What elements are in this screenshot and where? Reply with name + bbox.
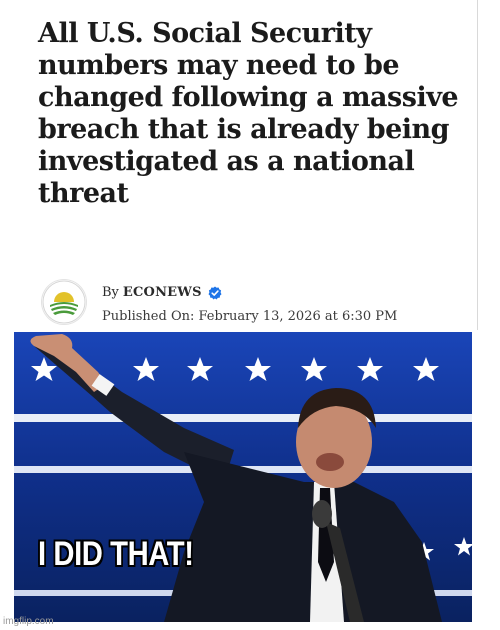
meme-caption: I DID THAT!: [38, 535, 194, 573]
backdrop-stripe: [14, 414, 472, 422]
sunrise-fields-logo-icon: [42, 280, 86, 324]
meme-photo: [14, 332, 472, 622]
byline-prefix: By: [102, 285, 119, 300]
microphone: [312, 500, 332, 528]
verified-check-icon: [208, 286, 222, 300]
publish-date: Published On: February 13, 2026 at 6:30 …: [102, 309, 398, 324]
author-name[interactable]: ECONEWS: [123, 284, 202, 302]
article-headline: All U.S. Social Security numbers may nee…: [38, 18, 459, 209]
article-screenshot: All U.S. Social Security numbers may nee…: [22, 0, 478, 330]
imgflip-watermark: imgflip.com: [3, 616, 54, 627]
byline-text: By ECONEWS Published On: February 13, 20…: [102, 284, 397, 326]
mouth: [316, 453, 344, 471]
article-byline: By ECONEWS Published On: February 13, 20…: [42, 280, 397, 330]
author-row: By ECONEWS: [102, 284, 397, 302]
